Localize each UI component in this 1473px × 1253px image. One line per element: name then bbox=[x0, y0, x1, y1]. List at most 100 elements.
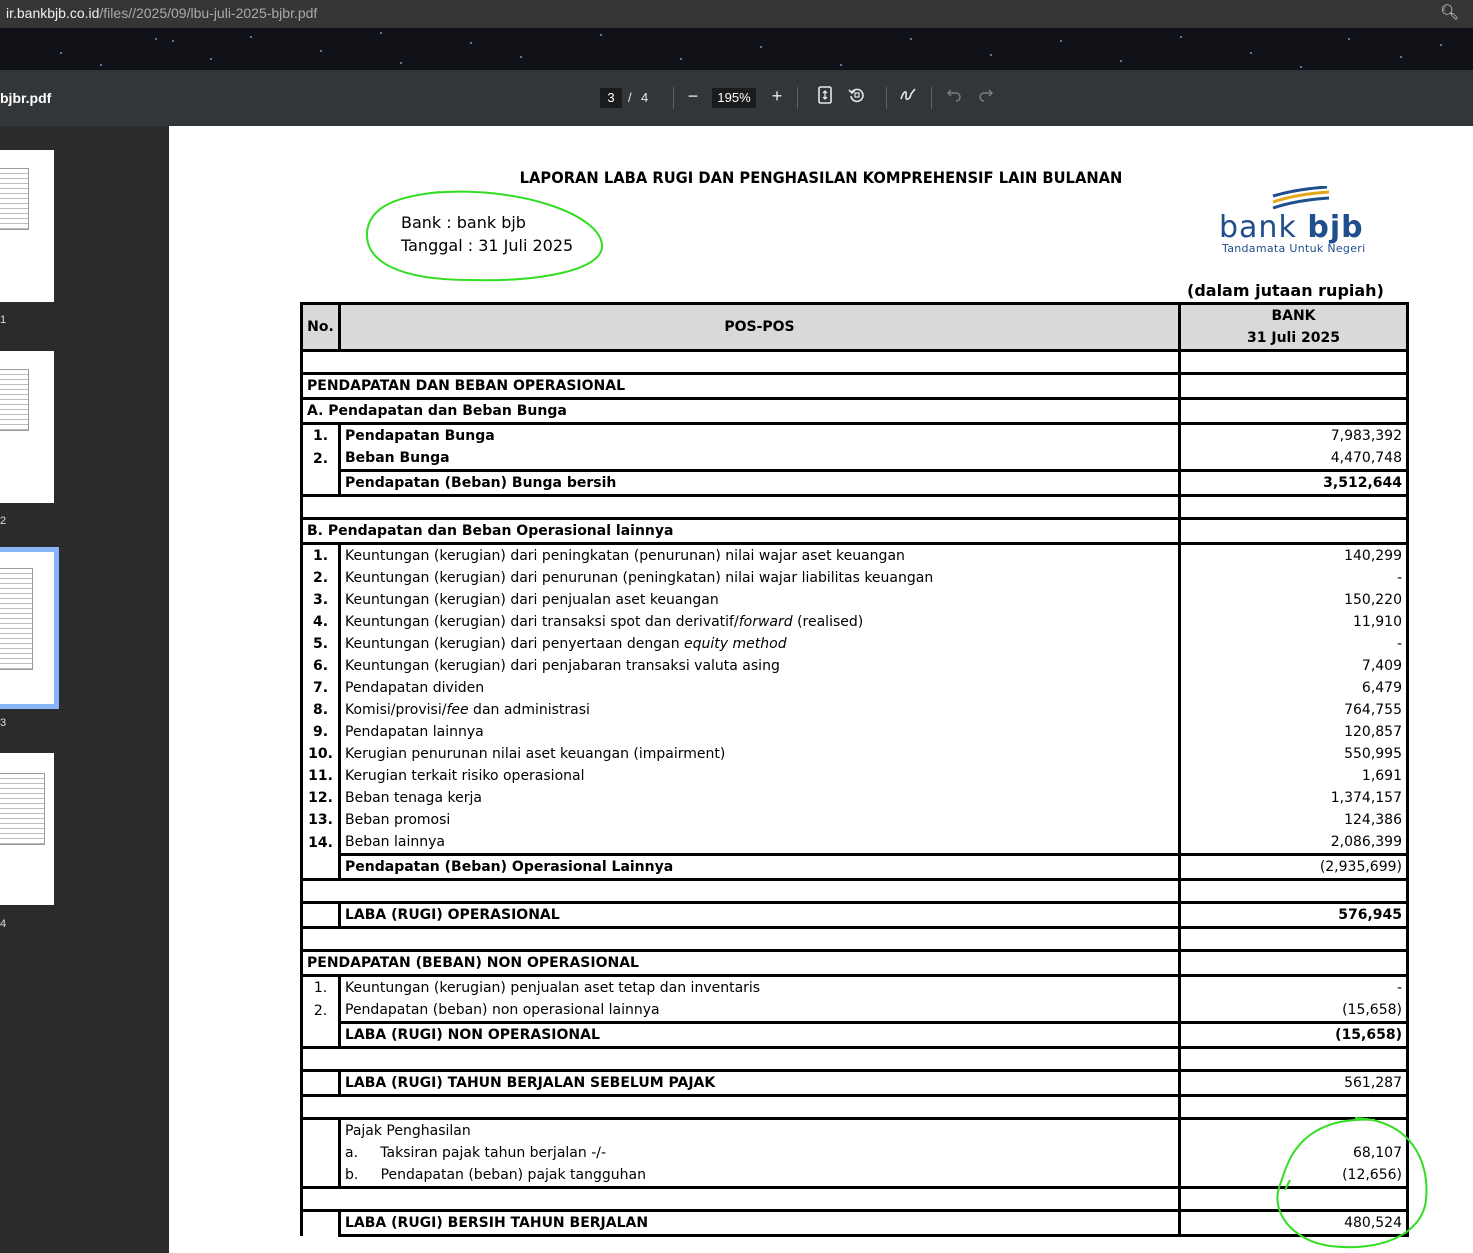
row-value bbox=[1179, 878, 1409, 904]
logo-tagline: Tandamata Untuk Negeri bbox=[1222, 242, 1366, 255]
bank-bjb-logo: bank bjb Tandamata Untuk Negeri bbox=[1219, 186, 1389, 256]
table-row: 9. Pendapatan lainnya 120,857 bbox=[300, 721, 1409, 743]
row-value: 7,409 bbox=[1179, 655, 1409, 677]
row-label: Pendapatan (Beban) Operasional Lainnya bbox=[339, 853, 1181, 881]
header-bank: BANK 31 Juli 2025 bbox=[1179, 302, 1409, 352]
zoom-out-button[interactable]: − bbox=[682, 86, 704, 107]
row-value bbox=[1179, 949, 1409, 977]
pdf-page: LAPORAN LABA RUGI DAN PENGHASILAN KOMPRE… bbox=[169, 126, 1473, 1253]
page-thumbnail[interactable] bbox=[0, 351, 54, 503]
page-thumbnail[interactable] bbox=[0, 753, 54, 905]
section-row: PENDAPATAN DAN BEBAN OPERASIONAL bbox=[300, 372, 1409, 400]
row-value: 120,857 bbox=[1179, 721, 1409, 743]
section-row: PENDAPATAN (BEBAN) NON OPERASIONAL bbox=[300, 949, 1409, 977]
row-value: 1,691 bbox=[1179, 765, 1409, 787]
star-dot bbox=[470, 42, 472, 44]
section-row: A. Pendapatan dan Beban Bunga bbox=[300, 397, 1409, 425]
table-row: 2. Keuntungan (kerugian) dari penurunan (… bbox=[300, 567, 1409, 589]
row-value bbox=[1179, 494, 1409, 520]
row-label bbox=[339, 494, 1181, 520]
row-number: 7. bbox=[300, 677, 341, 699]
total-row: LABA (RUGI) OPERASIONAL 576,945 bbox=[300, 901, 1409, 929]
row-number bbox=[300, 926, 340, 952]
unit-label: (dalam jutaan rupiah) bbox=[1187, 281, 1384, 300]
row-label: B. Pendapatan dan Beban Operasional lain… bbox=[300, 517, 1181, 545]
row-label: Pendapatan (beban) non operasional lainn… bbox=[339, 999, 1181, 1023]
star-dot bbox=[990, 54, 992, 56]
zoom-level-input[interactable]: 195% bbox=[712, 88, 756, 108]
page-number-input[interactable]: 3 bbox=[600, 88, 622, 108]
star-dot bbox=[1120, 60, 1122, 62]
star-dot bbox=[210, 58, 212, 60]
blank-row bbox=[300, 926, 1409, 952]
row-label: PENDAPATAN (BEBAN) NON OPERASIONAL bbox=[300, 949, 1181, 977]
row-value bbox=[1179, 372, 1409, 400]
row-label: Kerugian penurunan nilai aset keuangan (… bbox=[339, 743, 1181, 765]
zoom-magnifier-icon[interactable]: 🔍︎ bbox=[1440, 3, 1459, 21]
row-number: 9. bbox=[300, 721, 341, 743]
row-number: 1. bbox=[300, 543, 341, 567]
page-thumbnail-active[interactable] bbox=[0, 547, 59, 709]
row-value: 7,983,392 bbox=[1179, 423, 1409, 447]
row-value: 4,470,748 bbox=[1179, 447, 1409, 471]
tax-row: b. Pendapatan (beban) pajak tangguhan (12… bbox=[300, 1164, 1409, 1188]
row-value bbox=[1179, 1046, 1409, 1072]
row-value: (15,658) bbox=[1179, 999, 1409, 1023]
star-dot bbox=[1440, 44, 1442, 46]
row-number bbox=[300, 854, 341, 880]
row-number: 13. bbox=[300, 809, 341, 831]
row-label: Beban lainnya bbox=[339, 831, 1181, 855]
table-row: 1. Pendapatan Bunga 7,983,392 bbox=[300, 423, 1409, 447]
table-row: 13. Beban promosi 124,386 bbox=[300, 809, 1409, 831]
table-row: 3. Keuntungan (kerugian) dari penjualan a… bbox=[300, 589, 1409, 611]
row-label: LABA (RUGI) BERSIH TAHUN BERJALAN bbox=[339, 1209, 1181, 1237]
row-value: 140,299 bbox=[1179, 543, 1409, 567]
blank-row bbox=[300, 349, 1409, 375]
row-label: Keuntungan (kerugian) dari penurunan (pe… bbox=[339, 567, 1181, 589]
star-dot bbox=[1250, 52, 1252, 54]
row-label: Pendapatan (Beban) Bunga bersih bbox=[339, 469, 1181, 497]
address-bar[interactable]: ir.bankbjb.co.id/files//2025/09/lbu-juli… bbox=[0, 0, 1473, 28]
rotate-icon[interactable] bbox=[846, 86, 868, 109]
url-text[interactable]: ir.bankbjb.co.id/files//2025/09/lbu-juli… bbox=[6, 5, 317, 21]
row-label: Keuntungan (kerugian) dari peningkatan (… bbox=[339, 543, 1181, 567]
table-row: 5. Keuntungan (kerugian) dari penyertaan … bbox=[300, 633, 1409, 655]
toolbar-divider bbox=[797, 87, 798, 109]
page-thumbnail[interactable] bbox=[0, 150, 54, 302]
row-label: LABA (RUGI) TAHUN BERJALAN SEBELUM PAJAK bbox=[339, 1069, 1181, 1097]
row-label: Keuntungan (kerugian) dari penyertaan de… bbox=[339, 633, 1181, 655]
row-number bbox=[300, 494, 340, 520]
row-label: Keuntungan (kerugian) dari transaksi spo… bbox=[339, 611, 1181, 633]
draw-icon[interactable] bbox=[897, 86, 919, 109]
row-label: Beban Bunga bbox=[339, 447, 1181, 471]
redo-icon[interactable] bbox=[975, 86, 997, 107]
row-value bbox=[1179, 926, 1409, 952]
table-row: 1. Keuntungan (kerugian) dari peningkatan… bbox=[300, 543, 1409, 567]
report-date-line: Tanggal : 31 Juli 2025 bbox=[401, 236, 574, 255]
undo-icon[interactable] bbox=[943, 86, 965, 107]
row-number: 1. bbox=[300, 975, 341, 999]
star-dot bbox=[680, 58, 682, 60]
blank-row bbox=[300, 1186, 1409, 1212]
row-number bbox=[300, 1210, 341, 1236]
zoom-in-button[interactable]: + bbox=[766, 86, 788, 107]
row-value: 550,995 bbox=[1179, 743, 1409, 765]
star-dot bbox=[760, 46, 762, 48]
row-number bbox=[300, 1186, 340, 1212]
total-pages: 4 bbox=[641, 90, 649, 105]
row-label: Pajak Penghasilan bbox=[339, 1118, 1181, 1142]
row-label bbox=[339, 349, 1181, 375]
thumbnail-label: 2 bbox=[0, 515, 7, 527]
star-dot bbox=[1060, 40, 1062, 42]
star-dot bbox=[520, 56, 522, 58]
row-number bbox=[300, 1070, 341, 1096]
fit-page-icon[interactable] bbox=[814, 86, 836, 109]
blank-row bbox=[300, 878, 1409, 904]
table-row: 12. Beban tenaga kerja 1,374,157 bbox=[300, 787, 1409, 809]
total-row: Pendapatan (Beban) Bunga bersih 3,512,644 bbox=[300, 469, 1409, 497]
row-label: a. Taksiran pajak tahun berjalan -/- bbox=[339, 1142, 1181, 1164]
star-dot bbox=[400, 62, 402, 64]
star-dot bbox=[60, 52, 62, 54]
total-row: Pendapatan (Beban) Operasional Lainnya (2… bbox=[300, 853, 1409, 881]
table-row: 11. Kerugian terkait risiko operasional 1,… bbox=[300, 765, 1409, 787]
